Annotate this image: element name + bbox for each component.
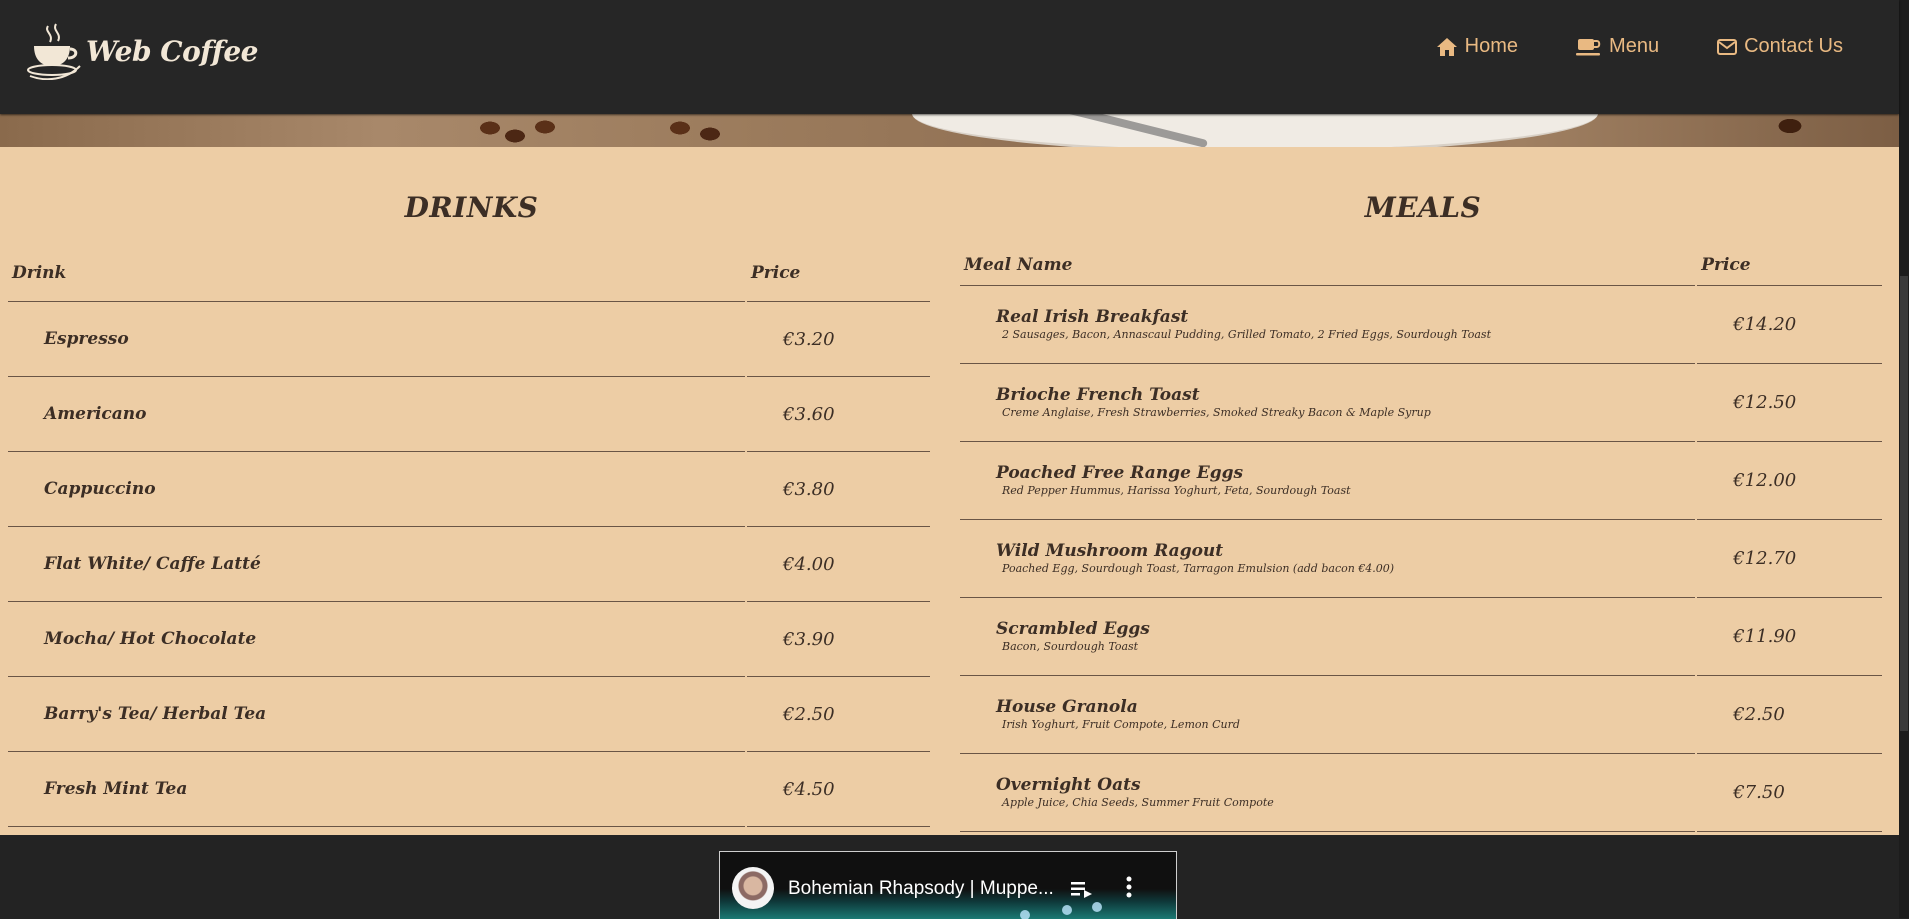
video-title[interactable]: Bohemian Rhapsody | Muppe... bbox=[788, 878, 1054, 900]
meal-description: Red Pepper Hummus, Harissa Yoghurt, Feta… bbox=[1002, 484, 1351, 497]
drinks-col-price: Price bbox=[747, 245, 930, 302]
drinks-title: DRINKS bbox=[404, 191, 539, 224]
drinks-col-drink: Drink bbox=[8, 245, 745, 302]
drink-price: €3.60 bbox=[747, 377, 930, 452]
logo-text: Web Coffee bbox=[86, 34, 258, 68]
table-row: Espresso €3.20 bbox=[8, 302, 930, 377]
drink-price: €3.20 bbox=[747, 302, 930, 377]
drink-name: Mocha/ Hot Chocolate bbox=[8, 602, 745, 677]
nav-home-label: Home bbox=[1464, 35, 1519, 57]
meal-name: Overnight Oats bbox=[996, 775, 1141, 795]
youtube-embed[interactable]: Bohemian Rhapsody | Muppe... bbox=[719, 851, 1177, 919]
table-row: Fresh Mint Tea €4.50 bbox=[8, 752, 930, 827]
drink-name: Barry's Tea/ Herbal Tea bbox=[8, 677, 745, 752]
navbar: Web Coffee Home Menu Contact Us bbox=[0, 0, 1899, 114]
meal-description: Poached Egg, Sourdough Toast, Tarragon E… bbox=[1002, 562, 1395, 575]
table-row: Brioche French Toast Creme Anglaise, Fre… bbox=[960, 364, 1882, 442]
drink-price: €3.90 bbox=[747, 602, 930, 677]
meals-col-name: Meal Name bbox=[960, 245, 1696, 286]
video-thumbnail-light bbox=[1092, 902, 1102, 912]
menu-section: DRINKS Drink Price Espresso €3.20 Americ… bbox=[0, 147, 1899, 835]
table-row: Poached Free Range Eggs Red Pepper Hummu… bbox=[960, 442, 1882, 520]
meal-cell: Real Irish Breakfast 2 Sausages, Bacon, … bbox=[960, 286, 1696, 364]
nav-contact[interactable]: Contact Us bbox=[1717, 35, 1843, 58]
meal-description: 2 Sausages, Bacon, Annascaul Pudding, Gr… bbox=[1002, 328, 1491, 341]
meal-cell: Poached Free Range Eggs Red Pepper Hummu… bbox=[960, 442, 1696, 520]
logo[interactable]: Web Coffee bbox=[26, 22, 258, 80]
drink-name: Flat White/ Caffe Latté bbox=[8, 527, 745, 602]
main-nav: Home Menu Contact Us bbox=[1436, 35, 1843, 58]
channel-avatar[interactable] bbox=[732, 867, 774, 909]
video-thumbnail-light bbox=[1062, 905, 1072, 915]
meal-description: Bacon, Sourdough Toast bbox=[1002, 640, 1139, 653]
meal-price: €2.50 bbox=[1697, 676, 1882, 754]
meals-table: Meal Name Price Real Irish Breakfast 2 S… bbox=[958, 245, 1884, 832]
drink-price: €4.00 bbox=[747, 527, 930, 602]
meal-description: Creme Anglaise, Fresh Strawberries, Smok… bbox=[1002, 406, 1431, 419]
table-row: Americano €3.60 bbox=[8, 377, 930, 452]
meals-title: MEALS bbox=[1364, 191, 1482, 224]
meal-cell: Scrambled Eggs Bacon, Sourdough Toast bbox=[960, 598, 1696, 676]
home-icon bbox=[1436, 37, 1457, 56]
page-scrollbar[interactable] bbox=[1899, 0, 1909, 918]
scrollbar-thumb[interactable] bbox=[1900, 276, 1908, 731]
drink-name: Cappuccino bbox=[8, 452, 745, 527]
meal-name: Wild Mushroom Ragout bbox=[996, 541, 1224, 561]
meals-col-price: Price bbox=[1697, 245, 1882, 286]
table-row: Overnight Oats Apple Juice, Chia Seeds, … bbox=[960, 754, 1882, 832]
coffee-cup-icon bbox=[1576, 38, 1601, 55]
table-row: Mocha/ Hot Chocolate €3.90 bbox=[8, 602, 930, 677]
drink-price: €2.50 bbox=[747, 677, 930, 752]
envelope-icon bbox=[1717, 38, 1738, 55]
hero-banner-image bbox=[0, 114, 1899, 147]
meal-price: €7.50 bbox=[1697, 754, 1882, 832]
playlist-icon[interactable] bbox=[1071, 880, 1093, 898]
table-row: Barry's Tea/ Herbal Tea €2.50 bbox=[8, 677, 930, 752]
drink-name: Americano bbox=[8, 377, 745, 452]
nav-home[interactable]: Home bbox=[1436, 35, 1518, 58]
meal-price: €12.70 bbox=[1697, 520, 1882, 598]
more-vert-icon[interactable] bbox=[1125, 876, 1133, 898]
table-row: Cappuccino €3.80 bbox=[8, 452, 930, 527]
table-row: House Granola Irish Yoghurt, Fruit Compo… bbox=[960, 676, 1882, 754]
meal-cell: House Granola Irish Yoghurt, Fruit Compo… bbox=[960, 676, 1696, 754]
meal-cell: Overnight Oats Apple Juice, Chia Seeds, … bbox=[960, 754, 1696, 832]
table-row: Flat White/ Caffe Latté €4.00 bbox=[8, 527, 930, 602]
meal-price: €11.90 bbox=[1697, 598, 1882, 676]
meal-description: Apple Juice, Chia Seeds, Summer Fruit Co… bbox=[1002, 796, 1274, 809]
nav-menu-label: Menu bbox=[1609, 35, 1660, 57]
table-row: Wild Mushroom Ragout Poached Egg, Sourdo… bbox=[960, 520, 1882, 598]
meal-name: Brioche French Toast bbox=[996, 385, 1200, 405]
meal-name: Scrambled Eggs bbox=[996, 619, 1150, 639]
table-row: Scrambled Eggs Bacon, Sourdough Toast €1… bbox=[960, 598, 1882, 676]
meal-name: House Granola bbox=[996, 697, 1138, 717]
nav-menu[interactable]: Menu bbox=[1576, 35, 1659, 58]
meal-cell: Wild Mushroom Ragout Poached Egg, Sourdo… bbox=[960, 520, 1696, 598]
meal-name: Real Irish Breakfast bbox=[996, 307, 1189, 327]
drink-price: €3.80 bbox=[747, 452, 930, 527]
table-row: Real Irish Breakfast 2 Sausages, Bacon, … bbox=[960, 286, 1882, 364]
coffee-cup-image bbox=[912, 114, 1598, 147]
nav-contact-label: Contact Us bbox=[1744, 35, 1843, 57]
meal-name: Poached Free Range Eggs bbox=[996, 463, 1244, 483]
meals-header-row: Meal Name Price bbox=[960, 245, 1882, 286]
drink-name: Espresso bbox=[8, 302, 745, 377]
page: Web Coffee Home Menu Contact Us DRINKS D… bbox=[0, 0, 1899, 919]
drink-name: Fresh Mint Tea bbox=[8, 752, 745, 827]
meal-price: €14.20 bbox=[1697, 286, 1882, 364]
meal-price: €12.00 bbox=[1697, 442, 1882, 520]
meal-description: Irish Yoghurt, Fruit Compote, Lemon Curd bbox=[1002, 718, 1240, 731]
drink-price: €4.50 bbox=[747, 752, 930, 827]
drinks-table: Drink Price Espresso €3.20 Americano €3.… bbox=[6, 245, 932, 827]
meal-cell: Brioche French Toast Creme Anglaise, Fre… bbox=[960, 364, 1696, 442]
coffee-cup-logo-icon bbox=[27, 23, 81, 80]
meal-price: €12.50 bbox=[1697, 364, 1882, 442]
drinks-header-row: Drink Price bbox=[8, 245, 930, 302]
